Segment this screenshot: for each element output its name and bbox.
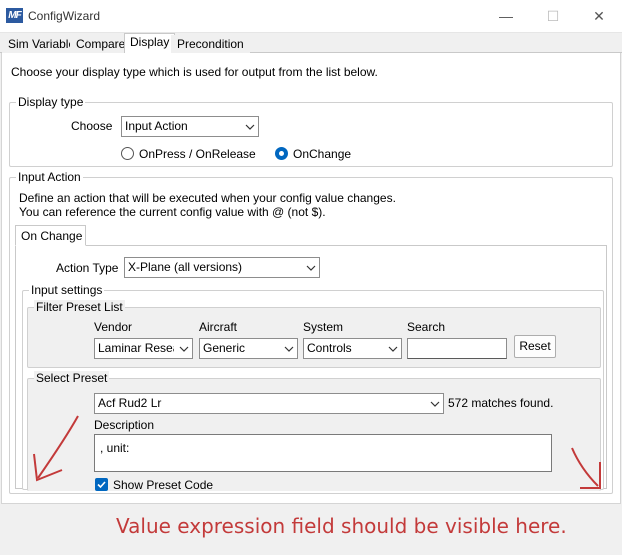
minimize-button[interactable]: — (483, 0, 529, 32)
choose-label: Choose (71, 119, 113, 133)
checkmark-icon (97, 481, 106, 489)
preset-combo-value: Acf Rud2 Lr (98, 396, 162, 410)
chevron-down-icon (179, 346, 189, 352)
vendor-label: Vendor (94, 320, 133, 334)
description-value: , unit: (100, 441, 130, 455)
app-logo-icon: MF (6, 8, 23, 23)
aircraft-label: Aircraft (199, 320, 238, 334)
action-type-label: Action Type (56, 261, 119, 275)
description-label: Description (94, 418, 155, 432)
description-field[interactable]: , unit: (94, 434, 552, 472)
select-preset-group: Select Preset Acf Rud2 Lr 572 matches fo… (27, 371, 601, 492)
vendor-combo[interactable]: Laminar Research (94, 338, 193, 359)
chevron-down-icon (388, 346, 398, 352)
radio-onchange[interactable] (275, 147, 288, 160)
tab-precondition[interactable]: Precondition (171, 35, 250, 53)
title-bar: MF ConfigWizard — ☐ ✕ (0, 0, 622, 33)
search-label: Search (407, 320, 446, 334)
chevron-down-icon (245, 124, 255, 130)
action-type-combo-value: X-Plane (all versions) (128, 260, 243, 274)
tab-on-change[interactable]: On Change (15, 225, 86, 246)
annotation-arrow-left-icon (33, 415, 79, 482)
close-button[interactable]: ✕ (576, 0, 622, 32)
on-change-tab-page: Action Type X-Plane (all versions) Input… (15, 245, 607, 492)
filter-preset-group: Filter Preset List Vendor Laminar Resear… (27, 300, 601, 368)
search-input[interactable] (407, 338, 507, 359)
display-intro-text: Choose your display type which is used f… (11, 65, 378, 79)
show-preset-code-label[interactable]: Show Preset Code (113, 478, 213, 492)
select-preset-group-title: Select Preset (34, 371, 110, 385)
input-action-desc-line2: You can reference the current config val… (19, 205, 326, 219)
action-type-combo[interactable]: X-Plane (all versions) (124, 257, 320, 278)
input-settings-group-title: Input settings (29, 283, 105, 297)
input-action-group-title: Input Action (16, 170, 83, 184)
chevron-down-icon (306, 265, 316, 271)
reset-button[interactable]: Reset (514, 335, 556, 358)
display-tab-page: Choose your display type which is used f… (1, 53, 621, 504)
aircraft-combo[interactable]: Generic (199, 338, 298, 359)
chevron-down-icon (430, 401, 440, 407)
vendor-combo-value: Laminar Research (98, 341, 174, 355)
matches-count: 572 matches found. (448, 396, 554, 410)
radio-onpress[interactable] (121, 147, 134, 160)
show-preset-code-checkbox[interactable] (95, 478, 108, 491)
preset-combo[interactable]: Acf Rud2 Lr (94, 393, 444, 414)
system-combo-value: Controls (307, 341, 352, 355)
annotation-arrow-right-icon (571, 447, 601, 489)
maximize-button[interactable]: ☐ (530, 0, 576, 32)
radio-onchange-label[interactable]: OnChange (293, 147, 351, 161)
window-title: ConfigWizard (28, 9, 101, 23)
tab-display[interactable]: Display (124, 33, 176, 54)
display-type-combo[interactable]: Input Action (121, 116, 259, 137)
display-type-group: Display type Choose Input Action OnPress… (9, 95, 613, 167)
annotation-text: Value expression field should be visible… (116, 514, 567, 538)
tab-compare[interactable]: Compare (70, 35, 132, 53)
display-type-group-title: Display type (16, 95, 86, 109)
aircraft-combo-value: Generic (203, 341, 246, 355)
system-label: System (303, 320, 344, 334)
input-action-desc-line1: Define an action that will be executed w… (19, 191, 396, 205)
display-type-combo-value: Input Action (125, 119, 188, 133)
tab-on-change-label: On Change (21, 229, 83, 243)
filter-preset-group-title: Filter Preset List (34, 300, 125, 314)
system-combo[interactable]: Controls (303, 338, 402, 359)
tab-strip: Sim Variable Compare Display Preconditio… (0, 33, 622, 54)
radio-onpress-label[interactable]: OnPress / OnRelease (139, 147, 256, 161)
input-action-group: Input Action Define an action that will … (9, 170, 613, 494)
chevron-down-icon (284, 346, 294, 352)
input-settings-group: Input settings Filter Preset List Vendor… (22, 283, 604, 492)
